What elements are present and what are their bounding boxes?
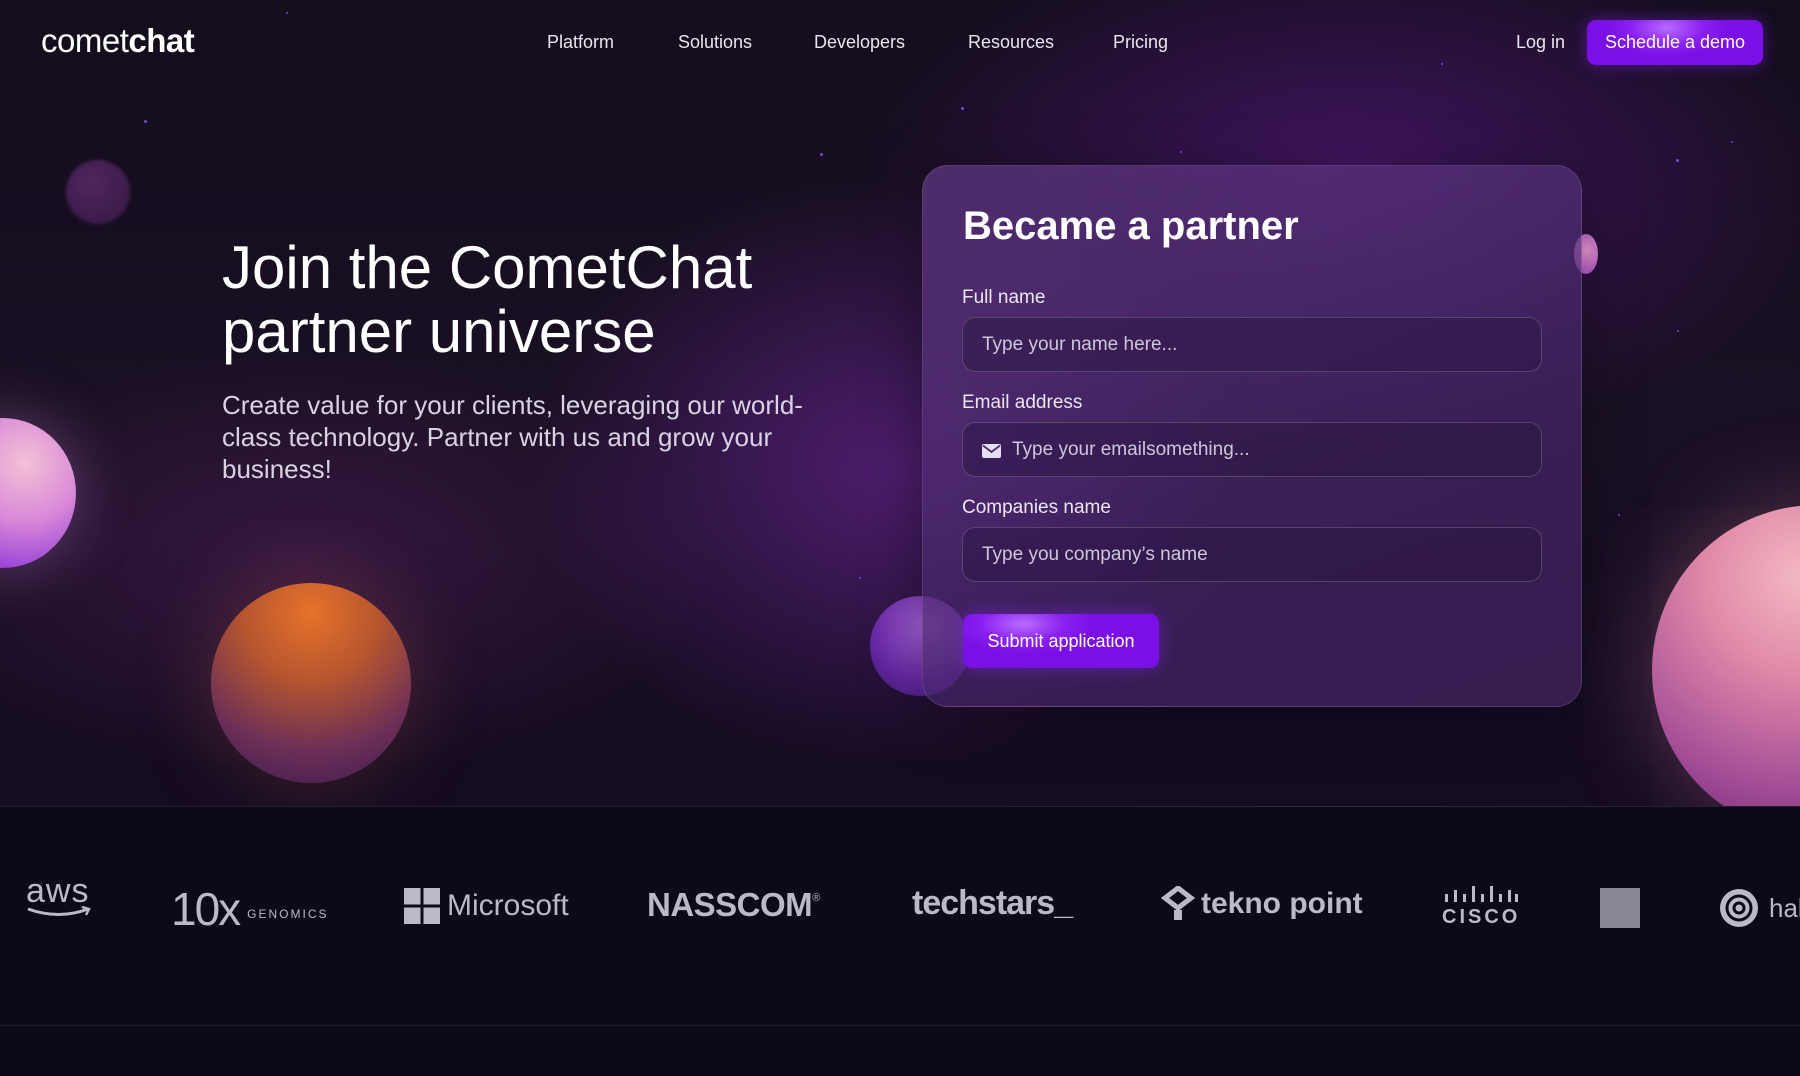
microsoft-logo: Microsoft <box>404 888 569 924</box>
aws-smile-icon <box>27 906 91 916</box>
hero-section: cometchat Platform Solutions Developers … <box>0 0 1800 807</box>
teknopoint-logo-text: tekno point <box>1201 887 1363 920</box>
star <box>1677 330 1679 332</box>
form-title: Became a partner <box>963 204 1299 248</box>
bottom-section <box>0 1027 1800 1076</box>
top-navigation: cometchat Platform Solutions Developers … <box>0 0 1800 86</box>
nasscom-logo: NASSCOM ® <box>647 886 820 924</box>
microsoft-logo-text: Microsoft <box>447 889 569 922</box>
spiral-logo-icon <box>1720 889 1758 927</box>
email-field[interactable] <box>962 422 1542 477</box>
full-name-label: Full name <box>962 287 1046 308</box>
hero-title: Join the CometChat partner universe <box>222 234 753 365</box>
login-link[interactable]: Log in <box>1516 32 1565 53</box>
star <box>1618 514 1620 516</box>
nav-developers[interactable]: Developers <box>814 32 905 53</box>
company-input[interactable] <box>982 543 1522 566</box>
partial-logo-text: hak <box>1769 892 1800 923</box>
partner-logos-strip: aws 10x GENOMICS Microsoft NASSCOM ® tec… <box>0 808 1800 1026</box>
planet-pink-right <box>1652 505 1800 806</box>
planet-small-decor <box>66 160 130 224</box>
planet-orange <box>211 583 411 783</box>
schedule-demo-button[interactable]: Schedule a demo <box>1587 20 1763 65</box>
techstars-logo: techstars_ <box>912 884 1073 923</box>
company-label: Companies name <box>962 497 1111 518</box>
10x-logo-text: 10x <box>171 883 241 935</box>
windows-grid-icon <box>404 888 440 924</box>
star <box>144 120 147 123</box>
aws-logo: aws <box>26 872 92 918</box>
envelope-icon <box>982 443 1001 458</box>
star <box>1180 151 1182 153</box>
email-input[interactable] <box>1012 438 1522 461</box>
submit-application-button[interactable]: Submit application <box>963 614 1159 668</box>
cisco-logo-text: CISCO <box>1442 906 1521 928</box>
star <box>820 153 823 156</box>
cisco-logo: CISCO <box>1442 886 1520 929</box>
company-field[interactable] <box>962 527 1542 582</box>
nav-resources[interactable]: Resources <box>968 32 1054 53</box>
cisco-bars-icon <box>1445 886 1519 902</box>
cometchat-logo[interactable]: cometchat <box>41 22 195 60</box>
teknopoint-mark-icon <box>1161 886 1195 920</box>
10x-genomics-logo: 10x GENOMICS <box>171 882 329 936</box>
star <box>961 107 964 110</box>
hero-subtitle: Create value for your clients, leveragin… <box>222 390 803 484</box>
nav-platform[interactable]: Platform <box>547 32 614 53</box>
nasscom-mark-text: ® <box>812 892 821 904</box>
nasscom-logo-text: NASSCOM <box>647 886 813 923</box>
star <box>1731 141 1733 143</box>
techstars-logo-text: techstars_ <box>912 884 1073 922</box>
full-name-field[interactable] <box>962 317 1542 372</box>
nav-pricing[interactable]: Pricing <box>1113 32 1168 53</box>
planet-pink-left <box>0 418 76 568</box>
email-label: Email address <box>962 392 1083 413</box>
star <box>859 577 861 579</box>
nav-solutions[interactable]: Solutions <box>678 32 752 53</box>
full-name-input[interactable] <box>982 333 1522 356</box>
genomics-logo-text: GENOMICS <box>247 907 329 921</box>
teknopoint-logo: tekno point <box>1161 886 1363 922</box>
partial-partner-logo: hak <box>1719 888 1800 928</box>
star <box>1676 159 1679 162</box>
aws-logo-text: aws <box>26 872 90 910</box>
partner-form-card: Became a partner Full name Email address… <box>922 165 1582 707</box>
square-partner-logo <box>1600 888 1640 928</box>
